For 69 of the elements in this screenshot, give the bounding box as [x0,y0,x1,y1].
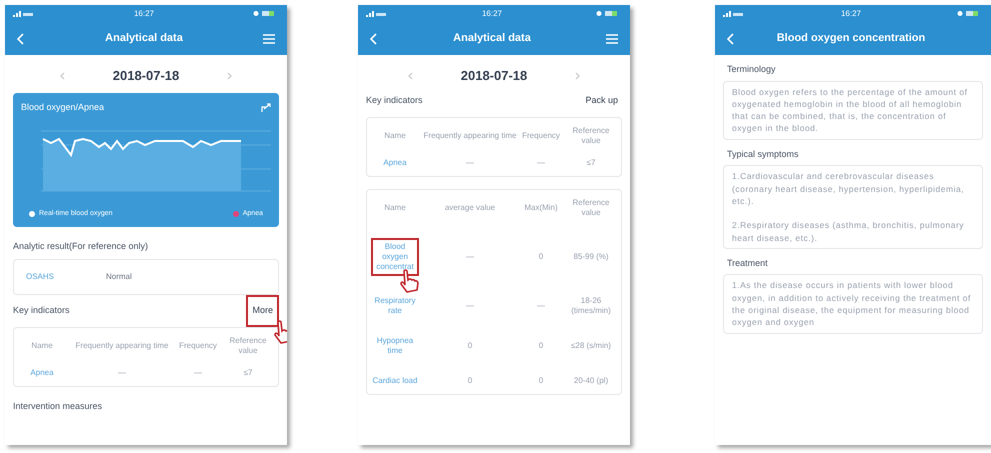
table-cell-text: 18-26 (times/min) [570,296,612,316]
table-cell-text: ≤7 [586,158,596,168]
column-header: Name [383,131,407,141]
signal-icon [13,10,35,17]
share-icon[interactable] [261,102,271,113]
result-value: Normal [106,271,132,283]
table-cell-text: — [193,368,203,378]
column-header: average value [444,203,496,213]
date-label: 2018-07-18 [460,67,528,86]
table-cell-text: — [117,368,127,378]
more-button[interactable]: More [246,295,279,327]
list-icon[interactable] [606,34,618,44]
list-icon[interactable] [262,34,275,44]
status-time: 16:27 [840,8,862,20]
signal-icon [366,10,388,17]
column-header: Reference value [228,336,268,356]
result-name: OSAHS [26,271,56,283]
table-cell-text: — [465,252,475,262]
screen-title: Analytical data [105,31,183,46]
indicator-link[interactable]: Hypopnea time [371,336,419,356]
screen-title: Analytical data [453,31,531,46]
indicator-link[interactable]: Respiratory rate [371,296,419,316]
section-heading: Intervention measures [13,400,102,414]
paragraph-text: 1.As the disease occurs in patients with lower blood oxygen, in addition to actively receiving the treatment of the original disease, the equipment for measuring blood oxygen and oxygen [732,279,972,329]
table-cell-text: — [465,158,475,168]
section-heading: Key indicators [366,94,423,108]
section-heading: Terminology [726,63,777,76]
section-heading: Typical symptoms [726,148,800,161]
section-heading: Key indicators [13,304,70,318]
indicator-link[interactable]: Apnea [18,368,66,378]
column-header: Reference value [572,198,610,218]
column-header: Name [383,203,407,213]
table-cell-text: ≤28 (s/min) [570,341,612,351]
column-header: Frequency [521,131,561,141]
indicator-link[interactable]: Apnea [371,158,419,168]
paragraph-text: Blood oxygen refers to the percentage of the amount of oxygenated hemoglobin in the blood of all hemoglobin that can be combined, that is, the concentration of oxygen in the blood. [732,86,968,135]
back-icon[interactable] [17,32,25,44]
table-cell-text: 20-40 (pl) [572,376,610,386]
table-cell-text: 0 [466,376,474,386]
table-cell-text: 0 [538,341,544,351]
back-icon[interactable] [370,32,378,44]
back-icon[interactable] [727,32,735,44]
pack-up-button[interactable]: Pack up [581,94,622,108]
column-header: Max(Min) [523,203,559,213]
table-cell-text: — [536,301,546,311]
signal-icon [723,10,745,17]
column-header: Name [30,341,54,351]
column-header: Frequently appearing time [423,131,517,141]
screen-title: Blood oxygen concentration [776,31,926,46]
paragraph-text: 2.Respiratory diseases (asthma, bronchitis, pulmonary heart disease, etc.). [732,219,966,244]
paragraph-text: 1.Cardiovascular and cerebrovascular diseases (coronary heart disease, hypertension, hyperlipidemia, etc.). [732,170,966,208]
date-label: 2018-07-18 [112,67,180,86]
table-cell-text: 0 [538,252,544,262]
column-header: Frequency [178,341,218,351]
table-cell-text: 0 [466,341,474,351]
table-cell-text: ≤7 [242,368,254,378]
column-header: Frequently appearing time [74,341,170,351]
table-cell-text: 0 [538,376,544,386]
section-heading: Treatment [726,256,769,270]
indicator-link[interactable]: Cardiac load [371,376,419,386]
table-cell-text: 85-99 (%) [572,252,610,262]
column-header: Reference value [572,126,610,146]
chart-title: Blood oxygen/Apnea [21,101,104,114]
table-cell-text: — [465,301,475,311]
table-cell-text: — [536,158,546,168]
status-time: 16:27 [134,8,154,20]
status-time: 16:27 [482,8,502,20]
section-heading: Analytic result(For reference only) [13,240,148,254]
indicator-link[interactable]: Blood oxygen concentrat [371,238,419,276]
